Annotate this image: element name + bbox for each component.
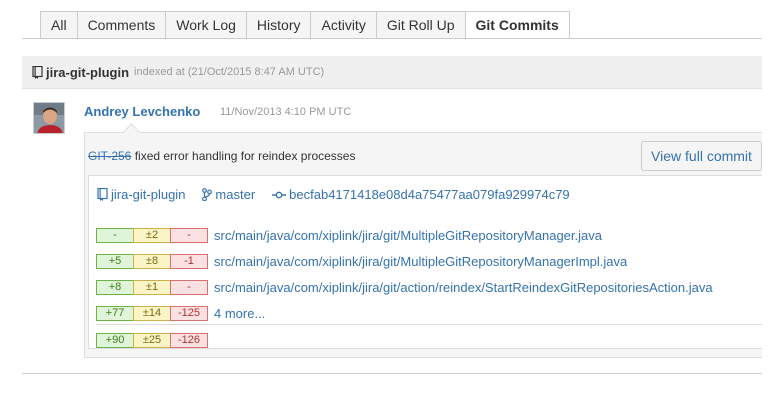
modified-count: ±8 <box>133 253 171 269</box>
branch-link[interactable]: master <box>202 187 255 202</box>
file-link[interactable]: src/main/java/com/xiplink/jira/git/Multi… <box>214 228 602 243</box>
tab-activity[interactable]: Activity <box>310 11 376 39</box>
commit-date: 11/Nov/2013 4:10 PM UTC <box>220 106 352 118</box>
file-link[interactable]: src/main/java/com/xiplink/jira/git/actio… <box>214 280 713 295</box>
total-added-count: +90 <box>96 333 134 348</box>
indexed-timestamp: indexed at (21/Oct/2015 8:47 AM UTC) <box>134 66 325 78</box>
branch-name: master <box>215 187 256 202</box>
repository-name: jira-git-plugin <box>46 64 130 80</box>
commit-icon <box>272 191 287 198</box>
file-row: +77 ±14 -125 4 more... <box>96 300 713 326</box>
total-modified-count: ±25 <box>133 333 171 348</box>
tab-git-commits[interactable]: Git Commits <box>464 11 570 39</box>
repository-header: jira-git-plugin indexed at (21/Oct/2015 … <box>22 56 762 89</box>
author-name[interactable]: Andrey Levchenko <box>84 104 200 119</box>
file-link[interactable]: src/main/java/com/xiplink/jira/git/Multi… <box>214 254 627 269</box>
added-count: - <box>96 227 134 243</box>
view-full-commit-button[interactable]: View full commit <box>641 141 762 171</box>
tab-work-log[interactable]: Work Log <box>165 11 246 39</box>
total-stats: +90 ±25 -126 <box>96 333 214 348</box>
commit-hash-link[interactable]: becfab4171418e08d4a75477aa079fa929974c79 <box>272 187 570 202</box>
deleted-count: -125 <box>170 305 208 321</box>
modified-count: ±14 <box>133 305 171 321</box>
repository-link[interactable]: jira-git-plugin <box>97 187 185 202</box>
modified-count: ±2 <box>133 227 171 243</box>
tab-comments[interactable]: Comments <box>76 11 166 39</box>
deleted-count: -1 <box>170 253 208 269</box>
avatar[interactable] <box>33 102 65 134</box>
tab-history[interactable]: History <box>245 11 311 39</box>
deleted-count: - <box>170 279 208 295</box>
total-deleted-count: -126 <box>170 333 208 348</box>
change-stats: +77 ±14 -125 <box>96 305 208 321</box>
changed-files-list: - ±2 - src/main/java/com/xiplink/jira/gi… <box>96 222 713 326</box>
file-row: +5 ±8 -1 src/main/java/com/xiplink/jira/… <box>96 248 713 274</box>
tab-bar: All Comments Work Log History Activity G… <box>40 11 570 39</box>
bottom-divider <box>22 373 762 374</box>
commit-message-text: fixed error handling for reindex process… <box>131 149 356 163</box>
repository-icon <box>97 188 108 201</box>
modified-count: ±1 <box>133 279 171 295</box>
branch-icon <box>202 188 213 201</box>
added-count: +77 <box>96 305 134 321</box>
deleted-count: - <box>170 227 208 243</box>
change-stats: +5 ±8 -1 <box>96 253 208 269</box>
commit-details: jira-git-plugin master becfab4171418e08d… <box>88 175 762 349</box>
commit-hash: becfab4171418e08d4a75477aa079fa929974c79 <box>289 187 570 202</box>
file-row: - ±2 - src/main/java/com/xiplink/jira/gi… <box>96 222 713 248</box>
added-count: +8 <box>96 279 134 295</box>
tab-all[interactable]: All <box>40 11 77 39</box>
totals-divider <box>96 324 762 325</box>
repository-link-label: jira-git-plugin <box>111 187 186 202</box>
file-row: +8 ±1 - src/main/java/com/xiplink/jira/g… <box>96 274 713 300</box>
commit-message: GIT-256 fixed error handling for reindex… <box>88 149 355 163</box>
added-count: +5 <box>96 253 134 269</box>
tabs-divider <box>22 38 762 39</box>
tab-git-roll-up[interactable]: Git Roll Up <box>375 11 465 39</box>
repository-icon <box>32 65 43 79</box>
commit-panel: GIT-256 fixed error handling for reindex… <box>84 132 762 358</box>
issue-key-link[interactable]: GIT-256 <box>88 149 131 163</box>
change-stats: +8 ±1 - <box>96 279 208 295</box>
change-stats: - ±2 - <box>96 227 208 243</box>
more-files-link[interactable]: 4 more... <box>214 306 265 321</box>
commit-meta: jira-git-plugin master becfab4171418e08d… <box>97 187 587 202</box>
change-stats: +90 ±25 -126 <box>96 333 208 348</box>
